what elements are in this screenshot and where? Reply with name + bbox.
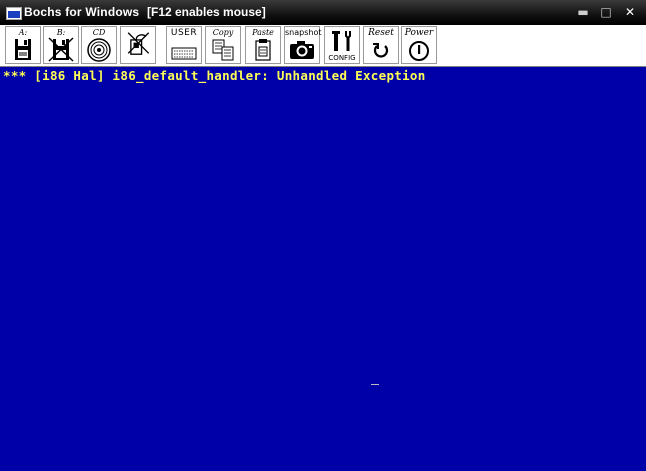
cdrom-label: CD (92, 28, 106, 37)
floppy-a-button[interactable]: A: (5, 26, 41, 64)
config-button[interactable]: CONFIG (324, 26, 360, 64)
maximize-button[interactable]: □ (597, 5, 615, 20)
minimize-button[interactable]: ▬ (574, 5, 592, 20)
close-button[interactable]: ✕ (621, 5, 639, 20)
toolbar: A: B: CD USER Copy Paste snapshot CONFIG… (0, 25, 646, 67)
console-screen[interactable]: *** [i86 Hal] i86_default_handler: Unhan… (0, 67, 646, 471)
window-title: Bochs for Windows (24, 5, 140, 19)
floppy-a-label: A: (18, 28, 28, 37)
copy-button[interactable]: Copy (205, 26, 241, 64)
title-bar[interactable]: Bochs for Windows [F12 enables mouse] ▬ … (0, 0, 646, 25)
copy-icon (212, 39, 234, 61)
floppy-b-icon (48, 37, 74, 62)
reset-button[interactable]: Reset (363, 26, 399, 64)
floppy-b-label: B: (56, 28, 66, 37)
cdrom-icon (87, 38, 111, 62)
error-message: *** [i86 Hal] i86_default_handler: Unhan… (3, 68, 426, 83)
reset-icon (373, 43, 389, 58)
snapshot-label: snapshot (285, 28, 322, 37)
paste-label: Paste (252, 28, 274, 37)
keyboard-icon (171, 47, 197, 60)
power-icon (409, 41, 429, 61)
power-button[interactable]: Power (401, 26, 437, 64)
copy-label: Copy (212, 28, 234, 37)
paste-icon (255, 39, 271, 61)
camera-icon (290, 41, 314, 59)
config-label: CONFIG (328, 54, 356, 62)
paste-button[interactable]: Paste (245, 26, 281, 64)
cdrom-button[interactable]: CD (81, 26, 117, 64)
snapshot-button[interactable]: snapshot (284, 26, 322, 64)
mouse-hint: [F12 enables mouse] (147, 5, 266, 19)
floppy-a-icon (15, 39, 31, 60)
text-cursor (371, 384, 379, 385)
app-window-icon[interactable] (6, 7, 22, 20)
device-button[interactable] (120, 26, 156, 64)
bochs-window: Bochs for Windows [F12 enables mouse] ▬ … (0, 0, 646, 471)
disabled-device-icon (127, 32, 150, 55)
floppy-b-button[interactable]: B: (43, 26, 79, 64)
tools-icon (332, 31, 351, 51)
user-button[interactable]: USER (166, 26, 202, 64)
